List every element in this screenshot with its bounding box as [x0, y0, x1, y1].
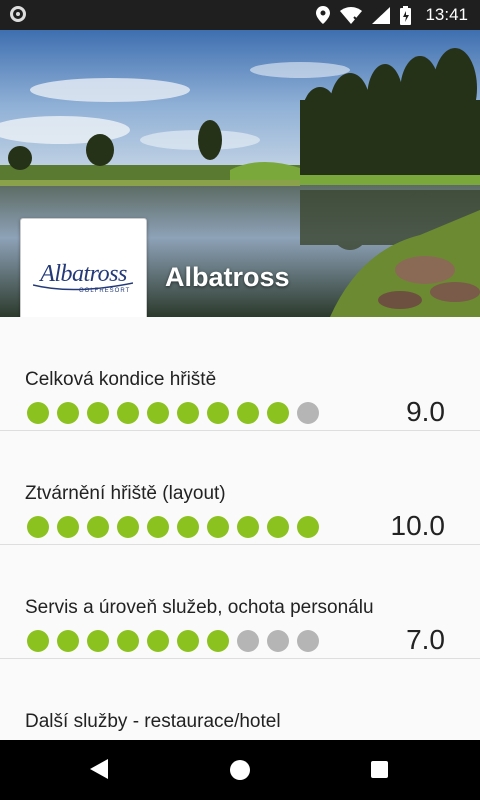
- rating-dots: [27, 516, 319, 538]
- rating-dot-filled: [297, 516, 319, 538]
- rating-dot-filled: [177, 516, 199, 538]
- rating-label: Celková kondice hřiště: [25, 369, 217, 390]
- rating-dot-empty: [297, 630, 319, 652]
- home-icon[interactable]: [230, 760, 250, 780]
- wifi-icon: [340, 6, 363, 24]
- rating-dot-empty: [237, 630, 259, 652]
- rating-card[interactable]: Ztvárnění hřiště (layout) 10.0: [0, 431, 480, 545]
- rating-dot-filled: [27, 402, 49, 424]
- rating-dot-filled: [147, 516, 169, 538]
- rating-score: 10.0: [390, 510, 446, 541]
- rating-score: 7.0: [406, 624, 445, 655]
- rating-card[interactable]: Další služby - restaurace/hotel: [0, 684, 480, 740]
- back-icon[interactable]: [90, 759, 108, 779]
- rating-dot-filled: [177, 630, 199, 652]
- rating-dot-filled: [87, 516, 109, 538]
- rating-label: Další služby - restaurace/hotel: [25, 711, 281, 732]
- rating-label: Ztvárnění hřiště (layout): [25, 483, 226, 504]
- rating-dot-filled: [117, 516, 139, 538]
- rating-dot-filled: [117, 402, 139, 424]
- navigation-bar: [0, 740, 480, 800]
- rating-dot-filled: [267, 516, 289, 538]
- status-icons: 13:41: [316, 0, 468, 30]
- rating-card[interactable]: Servis a úroveň služeb, ochota personálu…: [0, 545, 480, 659]
- rating-label: Servis a úroveň služeb, ochota personálu: [25, 597, 374, 618]
- rating-dot-filled: [177, 402, 199, 424]
- rating-card[interactable]: Celková kondice hřiště 9.0: [0, 317, 480, 431]
- rating-dot-filled: [207, 516, 229, 538]
- rating-dot-filled: [27, 630, 49, 652]
- rating-dot-filled: [27, 516, 49, 538]
- rating-score: 9.0: [406, 396, 445, 427]
- status-time: 13:41: [425, 5, 468, 24]
- location-icon: [316, 6, 331, 24]
- rating-dot-filled: [57, 516, 79, 538]
- rating-dots: [27, 630, 319, 652]
- rating-dot-filled: [147, 630, 169, 652]
- rating-dot-filled: [237, 516, 259, 538]
- battery-icon: [400, 5, 412, 25]
- rating-dot-filled: [117, 630, 139, 652]
- rating-dot-filled: [207, 402, 229, 424]
- rating-dot-empty: [267, 630, 289, 652]
- rating-dot-filled: [147, 402, 169, 424]
- recents-icon[interactable]: [371, 761, 388, 778]
- rating-dots: [27, 402, 319, 424]
- rating-dot-filled: [237, 402, 259, 424]
- ratings-list: Celková kondice hřiště 9.0 Ztvárnění hři…: [0, 317, 480, 659]
- course-title: Albatross: [165, 262, 290, 292]
- status-bar: 13:41: [0, 0, 480, 30]
- logo-subtext: GOLFRESORT: [79, 288, 131, 294]
- rating-dot-filled: [87, 630, 109, 652]
- rating-dot-filled: [57, 402, 79, 424]
- rating-dot-empty: [297, 402, 319, 424]
- rating-dot-filled: [207, 630, 229, 652]
- rating-dot-filled: [57, 630, 79, 652]
- rating-dot-filled: [267, 402, 289, 424]
- signal-icon: [372, 6, 391, 24]
- app-notification-icon: [10, 6, 26, 22]
- rating-dot-filled: [87, 402, 109, 424]
